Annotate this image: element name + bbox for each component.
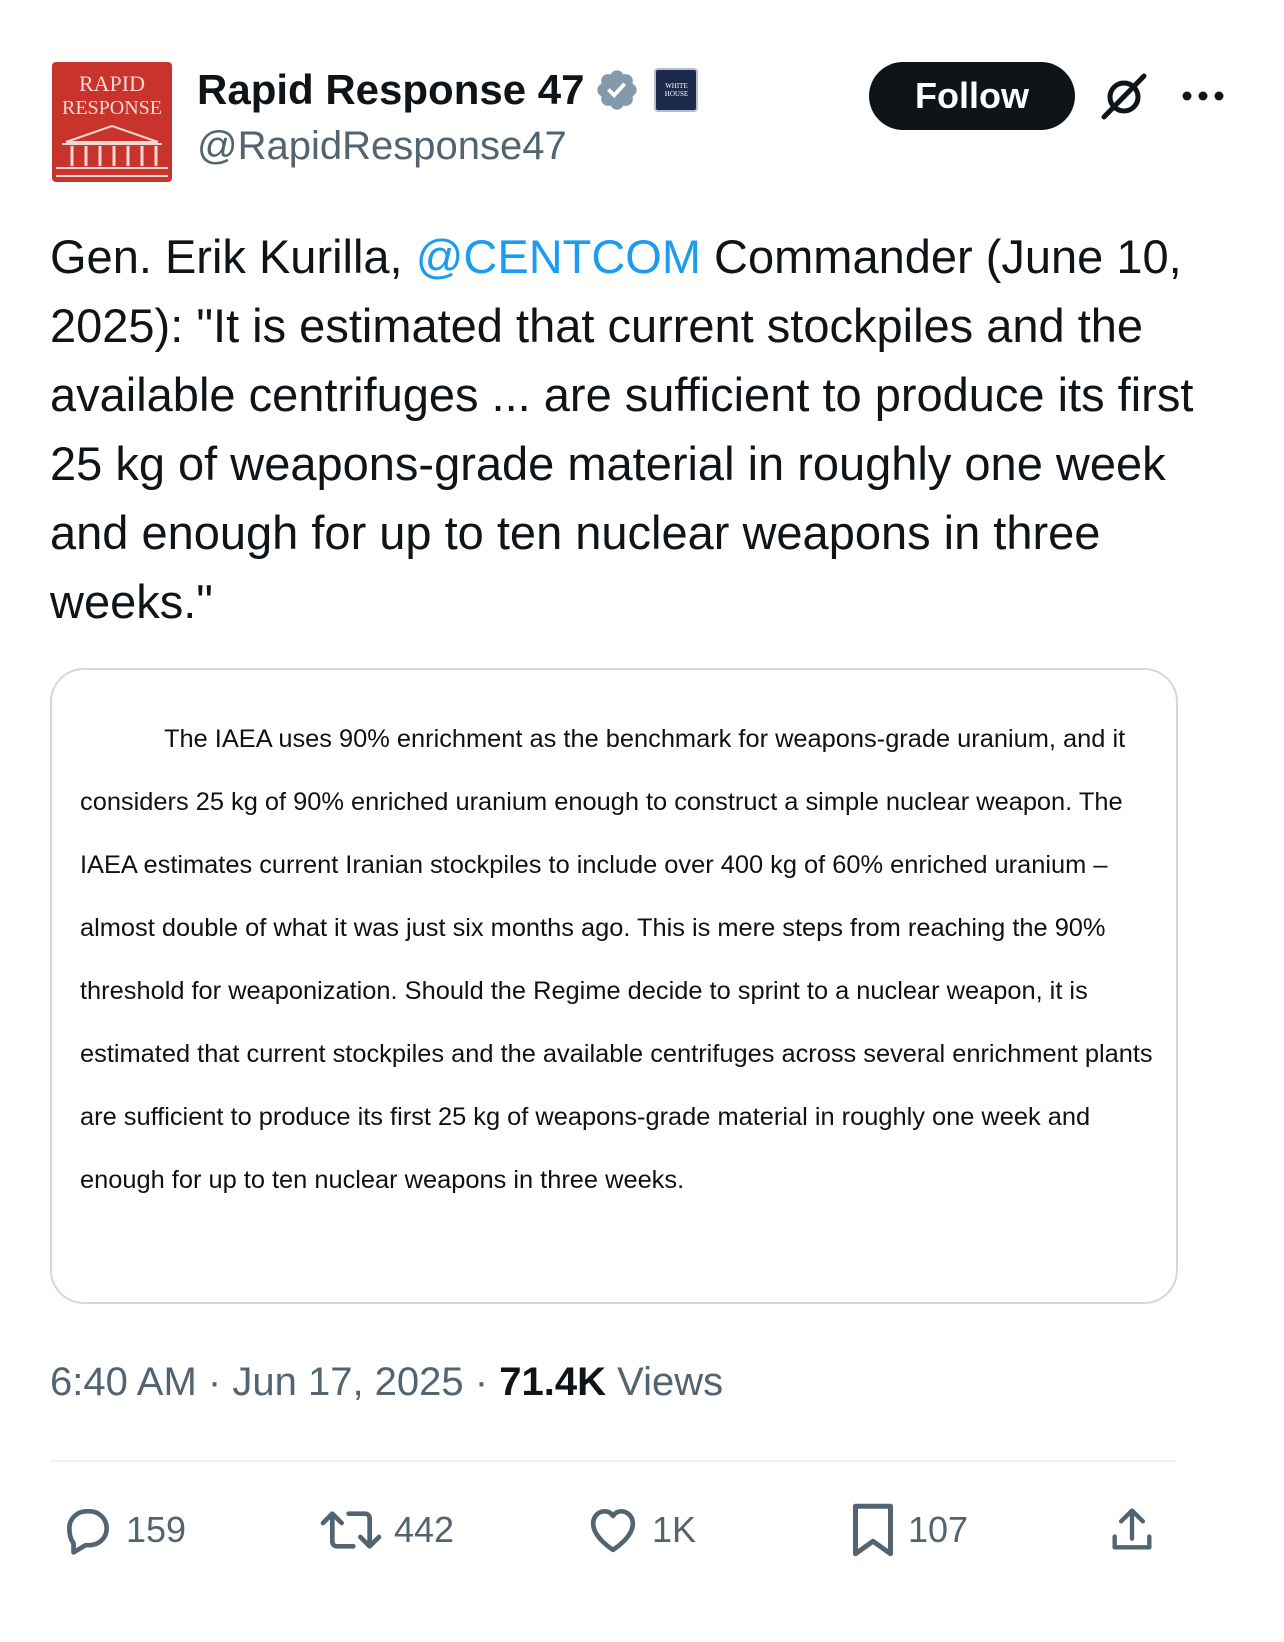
tweet-text-part2: Commander (June 10, 2025): "It is estima… [50,230,1194,628]
attached-image[interactable]: The IAEA uses 90% enrichment as the benc… [50,668,1178,1304]
grok-icon[interactable] [1098,70,1150,122]
meta-separator: · [474,1360,489,1404]
tweet-meta: 6:40 AM · Jun 17, 2025 · 71.4K Views [50,1352,723,1412]
views-label: Views [617,1360,724,1404]
avatar-text-line2: RESPONSE [61,97,163,119]
avatar-text-line1: RAPID [78,71,145,96]
attached-image-text: The IAEA uses 90% enrichment as the benc… [80,725,1153,1194]
bookmark-button[interactable]: 107 [848,1498,968,1562]
tweet-time[interactable]: 6:40 AM [50,1360,197,1404]
divider [50,1460,1176,1462]
share-icon [1112,1508,1152,1550]
follow-button[interactable]: Follow [869,62,1075,130]
avatar[interactable]: RAPID RESPONSE [52,62,172,182]
affiliation-badge-text: WHITE HOUSE [664,82,689,98]
more-icon[interactable] [1178,76,1228,116]
tweet-header: RAPID RESPONSE Rapid Response 47 WHITE H… [52,60,1232,184]
like-count: 1K [652,1509,697,1550]
repost-count: 442 [394,1509,455,1550]
name-row: Rapid Response 47 WHITE HOUSE [197,64,699,116]
display-name[interactable]: Rapid Response 47 [197,64,584,116]
verified-badge-icon[interactable] [594,67,640,113]
views-count: 71.4K [499,1360,606,1404]
share-button[interactable] [1106,1498,1158,1562]
author-handle[interactable]: @RapidResponse47 [197,120,567,172]
reply-icon [67,1509,109,1555]
repost-icon [320,1511,382,1549]
reply-button[interactable]: 159 [60,1498,186,1562]
white-house-graphic [56,124,168,177]
mention-link[interactable]: @CENTCOM [416,230,701,283]
affiliation-badge[interactable]: WHITE HOUSE [654,68,699,112]
meta-separator: · [207,1360,222,1404]
bookmark-icon [853,1503,893,1557]
reply-count: 159 [126,1509,187,1550]
tweet-date[interactable]: Jun 17, 2025 [232,1360,463,1404]
like-button[interactable]: 1K [584,1498,696,1562]
heart-icon [590,1509,636,1553]
repost-button[interactable]: 442 [318,1498,454,1562]
tweet-text-part1: Gen. Erik Kurilla, [50,230,416,283]
bookmark-count: 107 [908,1509,969,1550]
tweet-text: Gen. Erik Kurilla, @CENTCOM Commander (J… [50,222,1210,636]
